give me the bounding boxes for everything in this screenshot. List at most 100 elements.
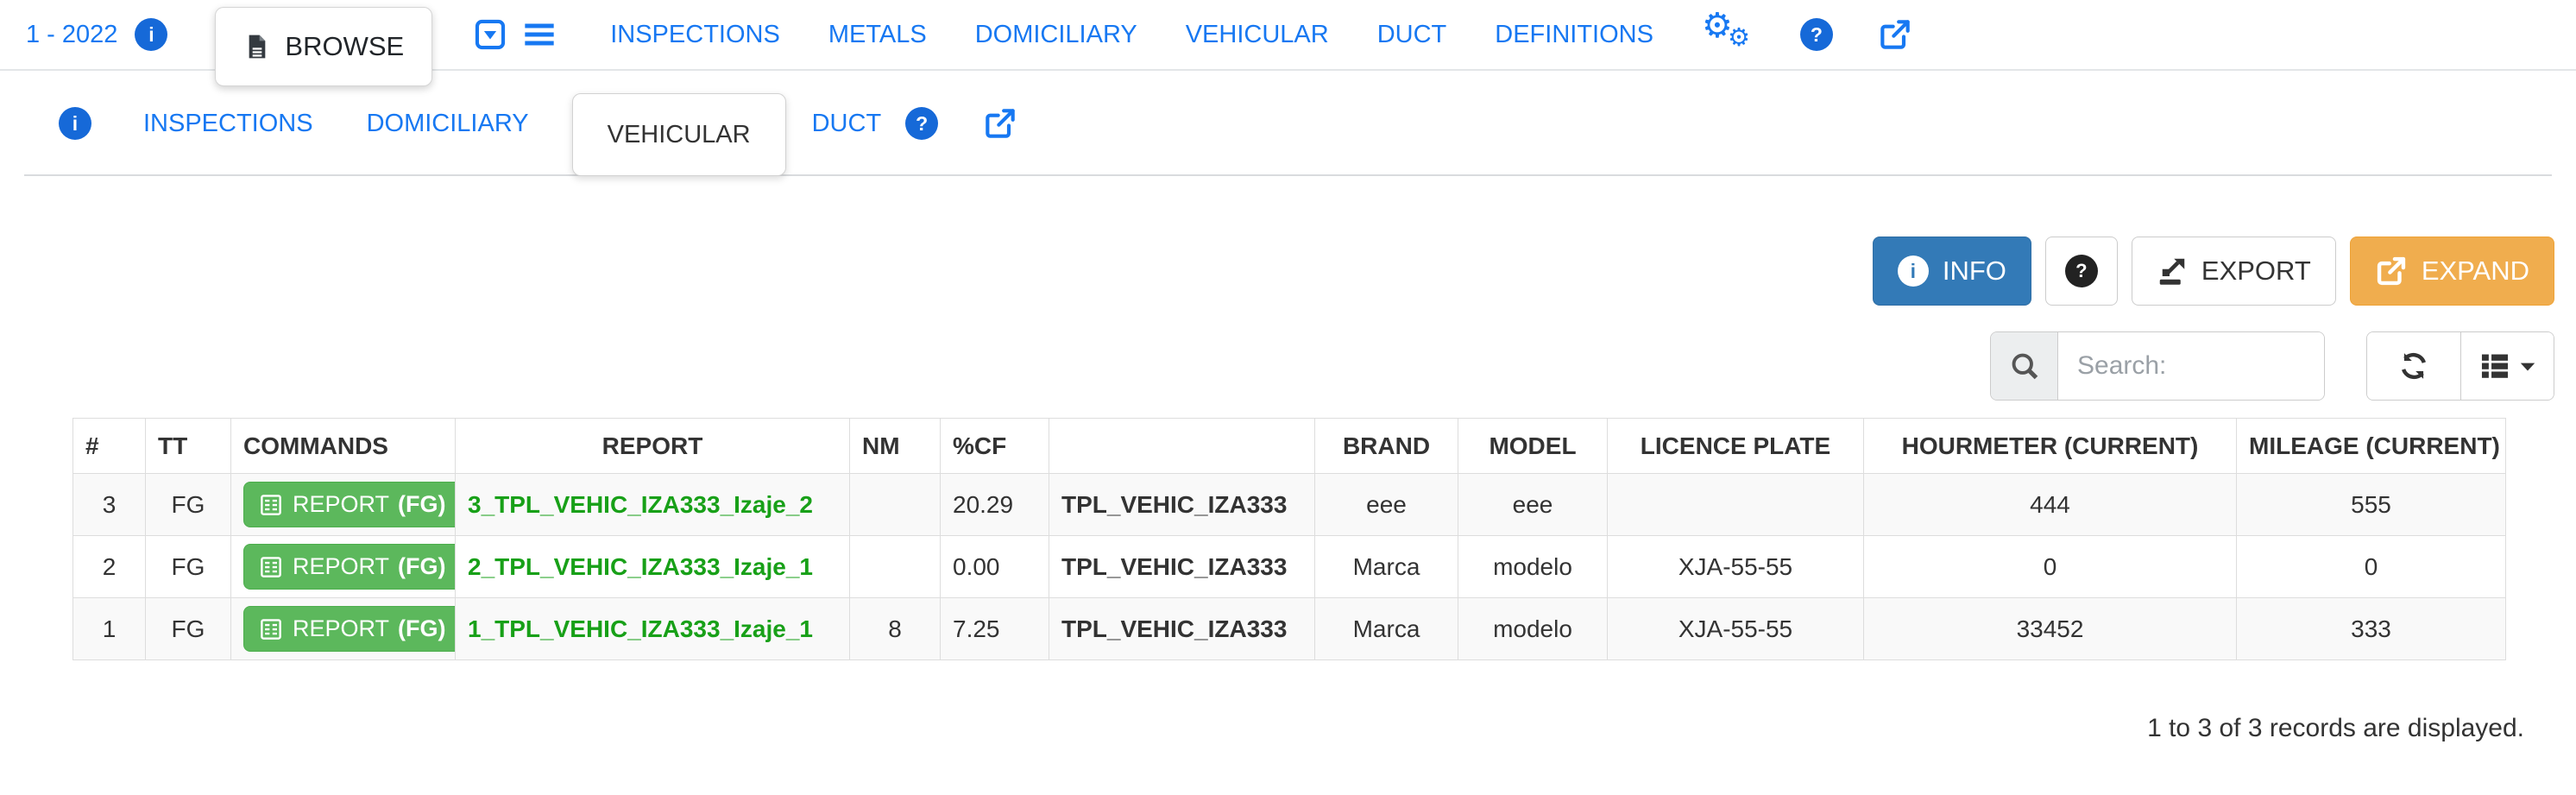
- hamburger-menu-icon[interactable]: [522, 17, 557, 52]
- cell-commands: REPORT(FG): [231, 474, 456, 536]
- table-row: 1 FG REPORT(FG) 1_TPL_VEHIC_IZA333_Izaje…: [73, 598, 2506, 660]
- info-icon: i: [1898, 256, 1929, 287]
- col-header-cf[interactable]: %CF: [941, 419, 1049, 474]
- external-link-icon[interactable]: [1878, 17, 1912, 52]
- cell-licence-plate: XJA-55-55: [1608, 598, 1864, 660]
- table-header-row: # TT COMMANDS REPORT NM %CF BRAND MODEL …: [73, 419, 2506, 474]
- nav-link-duct[interactable]: DUCT: [1377, 21, 1447, 49]
- col-header-brand[interactable]: BRAND: [1315, 419, 1458, 474]
- cell-brand: eee: [1315, 474, 1458, 536]
- expand-button-label: EXPAND: [2422, 256, 2529, 287]
- report-fg-button[interactable]: REPORT(FG): [243, 482, 456, 527]
- subtab-bar: i INSPECTIONS DOMICILIARY VEHICULAR DUCT…: [0, 71, 2576, 176]
- cell-cf: 7.25: [941, 598, 1049, 660]
- info-button[interactable]: i INFO: [1873, 237, 2031, 306]
- help-button[interactable]: ?: [2045, 237, 2118, 306]
- search-icon: [1991, 332, 2058, 400]
- report-fg-button[interactable]: REPORT(FG): [243, 606, 456, 652]
- cell-mileage: 333: [2237, 598, 2506, 660]
- col-header-hourmeter[interactable]: HOURMETER (CURRENT): [1864, 419, 2237, 474]
- external-link-icon[interactable]: [983, 106, 1017, 141]
- report-link[interactable]: 2_TPL_VEHIC_IZA333_Izaje_1: [468, 553, 813, 580]
- col-header-report[interactable]: REPORT: [456, 419, 850, 474]
- col-header-num[interactable]: #: [73, 419, 146, 474]
- report-list-icon: [258, 492, 284, 518]
- search-input[interactable]: [2058, 332, 2324, 400]
- report-list-icon: [258, 616, 284, 642]
- cell-mileage: 0: [2237, 536, 2506, 598]
- pagination-status: 1 to 3 of 3 records are displayed.: [0, 714, 2576, 743]
- cell-num: 2: [73, 536, 146, 598]
- cell-model: eee: [1458, 474, 1608, 536]
- browse-button[interactable]: BROWSE: [215, 7, 432, 86]
- col-header-licence-plate[interactable]: LICENCE PLATE: [1608, 419, 1864, 474]
- table-row: 3 FG REPORT(FG) 3_TPL_VEHIC_IZA333_Izaje…: [73, 474, 2506, 536]
- table-toolbar: i INFO ? EXPORT EXPAND: [0, 237, 2554, 306]
- export-button[interactable]: EXPORT: [2132, 237, 2336, 306]
- context-label: 1 - 2022: [26, 21, 117, 49]
- info-icon[interactable]: i: [59, 107, 91, 140]
- nav-link-domiciliary[interactable]: DOMICILIARY: [975, 21, 1137, 49]
- tab-inspections[interactable]: INSPECTIONS: [143, 110, 313, 138]
- col-header-commands[interactable]: COMMANDS: [231, 419, 456, 474]
- col-header-model[interactable]: MODEL: [1458, 419, 1608, 474]
- refresh-button[interactable]: [2367, 332, 2460, 400]
- search-group: [1990, 331, 2325, 401]
- settings-gears-icon[interactable]: ⚙ ⚙: [1702, 12, 1755, 57]
- cell-nm: 8: [850, 598, 941, 660]
- cell-num: 1: [73, 598, 146, 660]
- browse-label: BROWSE: [285, 31, 404, 62]
- tab-domiciliary[interactable]: DOMICILIARY: [367, 110, 529, 138]
- columns-dropdown-button[interactable]: [2460, 332, 2554, 400]
- tab-duct[interactable]: DUCT: [812, 110, 882, 138]
- cell-commands: REPORT(FG): [231, 598, 456, 660]
- cell-tt: FG: [146, 598, 231, 660]
- cell-mileage: 555: [2237, 474, 2506, 536]
- cell-tt: FG: [146, 474, 231, 536]
- help-circle-icon[interactable]: ?: [905, 107, 938, 140]
- vehicular-table: # TT COMMANDS REPORT NM %CF BRAND MODEL …: [72, 418, 2505, 660]
- nav-link-metals[interactable]: METALS: [828, 21, 927, 49]
- cell-hourmeter: 0: [1864, 536, 2237, 598]
- caret-down-icon: [2518, 356, 2537, 375]
- cell-nm: [850, 536, 941, 598]
- col-header-template[interactable]: [1049, 419, 1315, 474]
- expand-icon: [2375, 255, 2408, 287]
- col-header-tt[interactable]: TT: [146, 419, 231, 474]
- cell-hourmeter: 33452: [1864, 598, 2237, 660]
- cell-commands: REPORT(FG): [231, 536, 456, 598]
- cell-cf: 20.29: [941, 474, 1049, 536]
- main-nav-links: INSPECTIONS METALS DOMICILIARY VEHICULAR…: [610, 21, 1653, 49]
- nav-link-vehicular[interactable]: VEHICULAR: [1186, 21, 1329, 49]
- cell-licence-plate: XJA-55-55: [1608, 536, 1864, 598]
- search-row: [0, 331, 2554, 401]
- question-icon: ?: [2065, 255, 2098, 287]
- cell-nm: [850, 474, 941, 536]
- info-button-label: INFO: [1943, 256, 2006, 287]
- col-header-mileage[interactable]: MILEAGE (CURRENT): [2237, 419, 2506, 474]
- cell-num: 3: [73, 474, 146, 536]
- file-icon: [243, 31, 271, 62]
- export-icon: [2157, 256, 2188, 287]
- nav-link-inspections[interactable]: INSPECTIONS: [610, 21, 780, 49]
- report-list-icon: [258, 554, 284, 580]
- cell-hourmeter: 444: [1864, 474, 2237, 536]
- info-icon[interactable]: i: [135, 18, 167, 51]
- report-link[interactable]: 1_TPL_VEHIC_IZA333_Izaje_1: [468, 615, 813, 642]
- table-row: 2 FG REPORT(FG) 2_TPL_VEHIC_IZA333_Izaje…: [73, 536, 2506, 598]
- help-circle-icon[interactable]: ?: [1800, 18, 1833, 51]
- table-control-buttons: [2366, 331, 2554, 401]
- cell-model: modelo: [1458, 536, 1608, 598]
- nav-link-definitions[interactable]: DEFINITIONS: [1495, 21, 1653, 49]
- report-link[interactable]: 3_TPL_VEHIC_IZA333_Izaje_2: [468, 491, 813, 518]
- cell-brand: Marca: [1315, 598, 1458, 660]
- cell-brand: Marca: [1315, 536, 1458, 598]
- cell-template: TPL_VEHIC_IZA333: [1049, 536, 1315, 598]
- tab-vehicular-active[interactable]: VEHICULAR: [572, 93, 786, 176]
- caret-square-icon[interactable]: [474, 18, 507, 51]
- expand-button[interactable]: EXPAND: [2350, 237, 2554, 306]
- report-fg-button[interactable]: REPORT(FG): [243, 544, 456, 590]
- cell-tt: FG: [146, 536, 231, 598]
- col-header-nm[interactable]: NM: [850, 419, 941, 474]
- export-button-label: EXPORT: [2201, 256, 2311, 287]
